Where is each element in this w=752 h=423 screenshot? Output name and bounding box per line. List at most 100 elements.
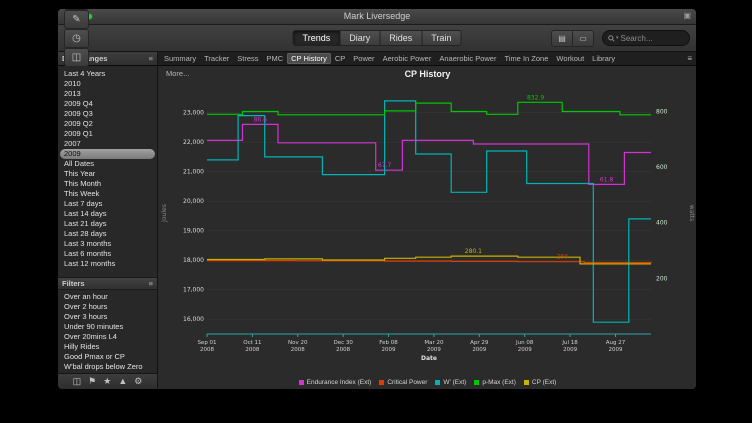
tabs-menu-icon[interactable]: ≡ (683, 54, 696, 63)
date-range-item[interactable]: 2013 (58, 89, 157, 99)
titlebar[interactable]: Mark Liversedge ▣ (58, 9, 696, 25)
legend-swatch (299, 380, 304, 385)
cp-history-chart[interactable]: 23,00022,00021,00020,00019,00018,00017,0… (159, 82, 696, 374)
date-range-item[interactable]: Last 21 days (58, 219, 157, 229)
filter-item[interactable]: Over 20mins L4 (58, 332, 157, 342)
date-range-item[interactable]: 2009 Q3 (58, 109, 157, 119)
filters-title: Filters (62, 279, 85, 288)
legend-label: Endurance Index (Ext) (307, 379, 372, 386)
tab-workout[interactable]: Workout (552, 53, 588, 64)
date-range-item[interactable]: This Year (58, 169, 157, 179)
single-view-icon[interactable]: ▭ (572, 30, 594, 47)
svg-text:2008: 2008 (200, 347, 214, 353)
panes-icon[interactable]: ◫ (73, 377, 82, 386)
filter-item[interactable]: Over an hour (58, 292, 157, 302)
date-ranges-list: Last 4 Years201020132009 Q42009 Q32009 Q… (58, 66, 157, 269)
svg-text:200: 200 (656, 275, 668, 282)
legend-swatch (435, 380, 440, 385)
svg-text:Sep 01: Sep 01 (197, 340, 216, 346)
date-range-item[interactable]: 2010 (58, 79, 157, 89)
filter-item[interactable]: Under 90 minutes (58, 322, 157, 332)
svg-text:23,000: 23,000 (183, 110, 204, 117)
svg-text:17,000: 17,000 (183, 287, 204, 294)
tab-stress[interactable]: Stress (233, 53, 262, 64)
date-range-item[interactable]: This Month (58, 179, 157, 189)
filter-item[interactable]: Over 2 hours (58, 302, 157, 312)
tab-anaerobic-power[interactable]: Anaerobic Power (435, 53, 500, 64)
svg-text:86.6: 86.6 (254, 116, 268, 123)
filters-menu-icon[interactable]: ≡ (149, 279, 153, 288)
layout-buttons: ▤▭ (552, 30, 594, 47)
star-icon[interactable]: ★ (103, 377, 111, 386)
app-window: Mark Liversedge ▣ ⤓✎◷◫⌦ TrendsDiaryRides… (57, 8, 697, 390)
segment-trends[interactable]: Trends (293, 30, 341, 46)
chart-icon[interactable]: ▲ (118, 377, 127, 386)
date-range-item[interactable]: Last 12 months (58, 259, 157, 269)
date-ranges-menu-icon[interactable]: ≡ (149, 54, 153, 63)
flag-icon[interactable]: ⚑ (88, 377, 96, 386)
view-segmented-control: TrendsDiaryRidesTrain (293, 30, 462, 46)
segment-rides[interactable]: Rides (380, 30, 422, 46)
svg-text:2008: 2008 (245, 347, 259, 353)
date-range-item[interactable]: Last 14 days (58, 209, 157, 219)
compose-icon[interactable]: ✎ (64, 10, 89, 29)
svg-text:67.7: 67.7 (378, 162, 392, 169)
tab-cp[interactable]: CP (331, 53, 349, 64)
fullscreen-icon[interactable]: ▣ (683, 11, 691, 20)
search-scope-arrow[interactable]: ▾ (616, 35, 619, 41)
sidebar-toggle-icon[interactable]: ◫ (64, 48, 89, 67)
svg-text:2008: 2008 (336, 347, 350, 353)
legend-label: p-Max (Ext) (482, 379, 516, 386)
filter-item[interactable]: Good Pmax or CP (58, 352, 157, 362)
date-range-item[interactable]: This Week (58, 189, 157, 199)
svg-text:Apr 29: Apr 29 (470, 340, 489, 346)
svg-text:Jun 08: Jun 08 (515, 340, 534, 346)
filter-item[interactable]: W'bal drops below Zero (58, 362, 157, 372)
date-range-item[interactable]: 2009 Q2 (58, 119, 157, 129)
filter-item[interactable]: Over 3 hours (58, 312, 157, 322)
history-icon[interactable]: ◷ (64, 29, 89, 48)
date-range-item[interactable]: Last 28 days (58, 229, 157, 239)
date-range-item[interactable]: 2009 Q4 (58, 99, 157, 109)
tile-view-icon[interactable]: ▤ (551, 30, 573, 47)
search-field[interactable]: ▾ (602, 30, 690, 46)
tab-tracker[interactable]: Tracker (200, 53, 233, 64)
tab-library[interactable]: Library (588, 53, 619, 64)
segment-diary[interactable]: Diary (340, 30, 380, 46)
tab-pmc[interactable]: PMC (263, 53, 288, 64)
tab-aerobic-power[interactable]: Aerobic Power (379, 53, 436, 64)
date-range-item[interactable]: Last 6 months (58, 249, 157, 259)
segment-train[interactable]: Train (422, 30, 461, 46)
svg-text:2009: 2009 (608, 347, 622, 353)
svg-text:Aug 27: Aug 27 (606, 340, 626, 346)
svg-text:Mar 20: Mar 20 (424, 340, 444, 346)
legend-item: W' (Ext) (435, 379, 466, 386)
sidebar-header-filters[interactable]: Filters ≡ (58, 277, 157, 290)
legend-item: CP (Ext) (524, 379, 556, 386)
toolbar-right: ▤▭ ▾ (552, 30, 690, 47)
svg-text:832.9: 832.9 (527, 94, 544, 101)
tab-power[interactable]: Power (349, 53, 378, 64)
tab-cp-history[interactable]: CP History (287, 53, 331, 64)
date-range-item[interactable]: All Dates (58, 159, 157, 169)
svg-text:2009: 2009 (427, 347, 441, 353)
gear-icon[interactable]: ⚙ (134, 377, 142, 386)
search-input[interactable] (621, 34, 684, 43)
filter-item[interactable]: Hilly Rides (58, 342, 157, 352)
date-range-item[interactable]: 2009 (60, 149, 155, 159)
svg-text:280.1: 280.1 (465, 248, 482, 255)
svg-text:Dec 30: Dec 30 (333, 340, 353, 346)
svg-text:2009: 2009 (472, 347, 486, 353)
tab-summary[interactable]: Summary (160, 53, 200, 64)
tab-time-in-zone[interactable]: Time In Zone (500, 53, 552, 64)
svg-text:61.8: 61.8 (600, 176, 614, 183)
svg-text:400: 400 (656, 220, 668, 227)
legend-item: Critical Power (379, 379, 427, 386)
date-range-item[interactable]: Last 3 months (58, 239, 157, 249)
date-range-item[interactable]: 2007 (58, 139, 157, 149)
svg-text:19,000: 19,000 (183, 228, 204, 235)
date-range-item[interactable]: 2009 Q1 (58, 129, 157, 139)
date-range-item[interactable]: Last 4 Years (58, 69, 157, 79)
svg-text:18,000: 18,000 (183, 257, 204, 264)
date-range-item[interactable]: Last 7 days (58, 199, 157, 209)
